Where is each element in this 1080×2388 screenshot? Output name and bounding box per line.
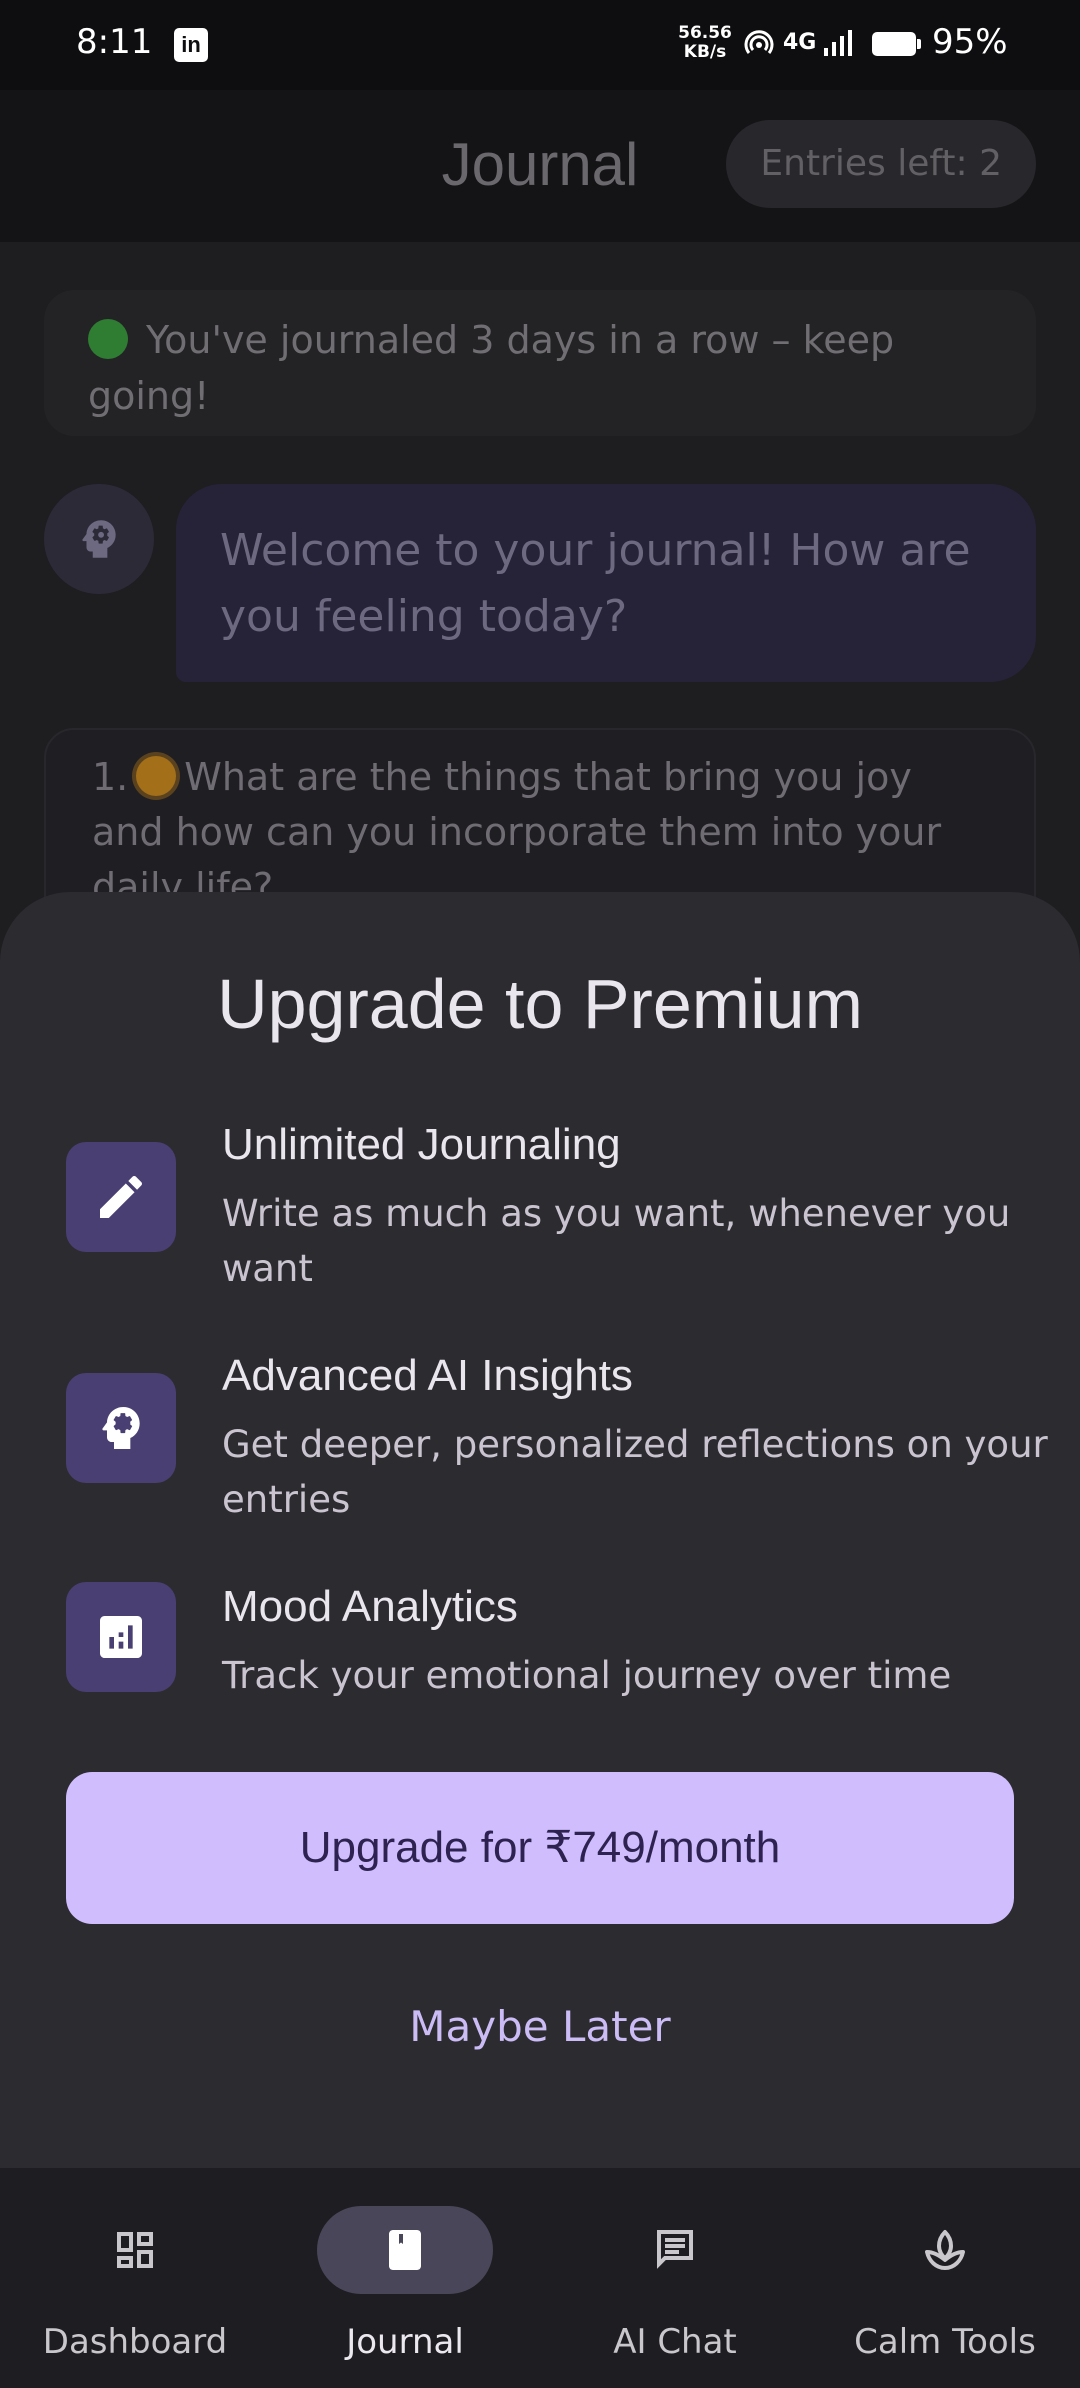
ai-avatar (44, 484, 154, 594)
upgrade-button[interactable]: Upgrade for ₹749/month (66, 1772, 1014, 1924)
book-icon (389, 2230, 421, 2270)
welcome-message-bubble: Welcome to your journal! How are you fee… (176, 484, 1036, 682)
feature-description: Write as much as you want, whenever you … (222, 1192, 1011, 1290)
bottom-navigation: Dashboard Journal AI Chat Calm Tools (0, 2168, 1080, 2388)
maybe-later-button[interactable]: Maybe Later (0, 2002, 1080, 2051)
nav-item-ai-chat[interactable]: AI Chat (540, 2206, 810, 2366)
dashboard-icon (117, 2232, 153, 2268)
sheet-title: Upgrade to Premium (217, 965, 863, 1043)
feature-icon-tile (66, 1373, 176, 1483)
nav-icon-container (317, 2206, 493, 2294)
pencil-icon (100, 1175, 143, 1218)
streak-text: You've journaled 3 days in a row – keep … (88, 318, 895, 418)
entries-left-badge: Entries left: 2 (726, 120, 1036, 208)
feature-icon-tile (66, 1142, 176, 1252)
network-speed: 56.56 KB/s (676, 24, 734, 62)
streak-card: You've journaled 3 days in a row – keep … (44, 290, 1036, 436)
nav-label: AI Chat (613, 2322, 737, 2362)
signal-icon (824, 30, 852, 56)
chat-icon (657, 2230, 693, 2269)
prompt-text: What are the things that bring you joy a… (92, 755, 942, 909)
prompt-number: 1. (92, 755, 129, 799)
status-time: 8:11 (76, 22, 153, 62)
feature-description: Get deeper, personalized reflections on … (222, 1423, 1048, 1521)
nav-icon-container (587, 2206, 763, 2294)
nav-label: Calm Tools (854, 2322, 1036, 2362)
network-type: 4G (783, 30, 817, 55)
chart-icon (100, 1616, 142, 1658)
nav-icon-container (857, 2206, 1033, 2294)
feature-title: Mood Analytics (222, 1582, 518, 1631)
nav-item-journal[interactable]: Journal (270, 2206, 540, 2366)
feature-title: Advanced AI Insights (222, 1351, 633, 1400)
nav-label: Journal (346, 2322, 464, 2362)
nav-label: Dashboard (42, 2322, 228, 2362)
sun-icon (136, 756, 177, 796)
battery-icon (872, 32, 921, 56)
upgrade-sheet: Upgrade to Premium Unlimited Journaling … (0, 892, 1080, 2168)
app-header: Journal Entries left: 2 (0, 90, 1080, 242)
nav-item-calm-tools[interactable]: Calm Tools (810, 2206, 1080, 2366)
feature-icon-tile (66, 1582, 176, 1692)
feature-title: Unlimited Journaling (222, 1120, 621, 1169)
feature-description: Track your emotional journey over time (222, 1654, 952, 1697)
nav-icon-container (47, 2206, 223, 2294)
speed-value: 56.56 (678, 23, 732, 43)
brain-gear-icon (102, 1407, 140, 1449)
status-bar: 8:11 in 56.56 KB/s 4G 95% (0, 0, 1080, 90)
lotus-icon (925, 2230, 965, 2270)
linkedin-icon: in (174, 28, 208, 62)
green-circle-icon (88, 319, 128, 359)
speed-unit: KB/s (683, 42, 727, 62)
battery-percent: 95% (932, 22, 1008, 62)
hotspot-icon (744, 30, 774, 54)
nav-item-dashboard[interactable]: Dashboard (0, 2206, 270, 2366)
brain-gear-icon (82, 520, 116, 558)
